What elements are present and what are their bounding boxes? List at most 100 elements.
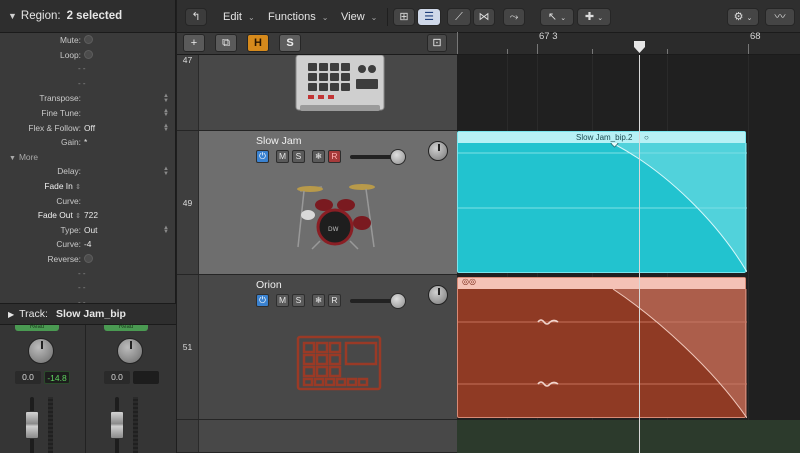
arrange-area[interactable]: Slow Jam_bip.2 ○ ◎◎ (457, 55, 800, 453)
track-header[interactable]: 49 Slow Jam ⏻ M S ❄ R DW (177, 131, 457, 275)
playhead-handle-icon[interactable] (634, 41, 645, 53)
more-section-toggle[interactable]: ▼More (0, 150, 175, 165)
ruler-tick (748, 44, 749, 54)
volume-slider-handle[interactable] (390, 149, 406, 165)
mute-checkbox[interactable] (84, 35, 93, 44)
track-name[interactable]: Orion (256, 279, 282, 291)
stepper-icon[interactable]: ▲▼ (163, 109, 169, 118)
track-name[interactable]: Slow Jam (256, 135, 302, 147)
mute-button[interactable]: M (276, 294, 289, 307)
peak-readout[interactable]: -14.8 (44, 371, 70, 384)
hide-button[interactable]: H (247, 34, 269, 52)
playhead-line[interactable] (639, 55, 640, 453)
track-inspector-header[interactable]: ▶ Track: Slow Jam_bip (0, 303, 176, 325)
track-number: 51 (177, 275, 199, 419)
pan-knob[interactable] (28, 338, 54, 364)
param-value[interactable]: Out (84, 223, 98, 238)
param-curve-out[interactable]: Curve: -4 (0, 237, 175, 252)
volume-readout[interactable]: 0.0 (15, 371, 41, 384)
param-value[interactable]: * (84, 135, 87, 150)
track-header[interactable] (177, 420, 457, 453)
automation-mode-button[interactable]: Read (15, 325, 59, 331)
param-fade-out[interactable]: Fade Out ⇕ 722 (0, 208, 175, 223)
add-track-button[interactable]: + (183, 34, 205, 52)
bar-number: 67 3 (539, 31, 558, 42)
audio-region-slow-jam[interactable]: Slow Jam_bip.2 ○ (457, 131, 746, 273)
param-gain[interactable]: Gain: * (0, 135, 175, 150)
automation-icon[interactable]: ⟋ (447, 8, 471, 26)
param-value[interactable]: -4 (84, 237, 91, 252)
param-label: Reverse: (47, 252, 81, 267)
stepper-icon[interactable]: ▲▼ (163, 226, 169, 235)
stepper-icon[interactable]: ▲▼ (163, 94, 169, 103)
track-header[interactable]: 51 Orion ⏻ M S ❄ R (177, 275, 457, 420)
loop-circle-icon[interactable]: ○ (644, 132, 649, 143)
volume-fader-handle[interactable] (110, 411, 124, 439)
solo-button[interactable]: S (292, 150, 305, 163)
freeze-icon[interactable]: ❄ (312, 150, 325, 163)
region-selection-count: 2 selected (67, 10, 123, 22)
param-value[interactable]: 722 (84, 208, 98, 223)
power-icon[interactable]: ⏻ (256, 150, 269, 163)
mute-button[interactable]: M (276, 150, 289, 163)
region-title-bar[interactable]: ◎◎ (458, 278, 745, 289)
param-delay[interactable]: Delay: ▲▼ (0, 164, 175, 179)
list-view-icon[interactable]: ☰ (417, 8, 441, 26)
solo-button[interactable]: S (292, 294, 305, 307)
stepper-icon[interactable]: ▲▼ (163, 124, 169, 133)
pointer-tool-icon[interactable]: ↖ ⌄ (540, 8, 574, 26)
param-flex-follow[interactable]: Flex & Follow: Off ▲▼ (0, 121, 175, 136)
param-mute[interactable]: Mute: (0, 33, 175, 48)
audio-region-orion[interactable]: ◎◎ (457, 277, 746, 418)
record-button[interactable]: R (328, 150, 341, 163)
chevron-down-icon: ⌄ (322, 13, 329, 22)
disclosure-triangle-icon[interactable]: ▼ (9, 155, 16, 162)
param-loop[interactable]: Loop: (0, 48, 175, 63)
timeline-ruler[interactable]: 67 3 68 (457, 33, 800, 55)
volume-readout[interactable]: 0.0 (104, 371, 130, 384)
record-button[interactable]: R (328, 294, 341, 307)
flex-icon[interactable]: ⋈ (473, 8, 495, 26)
param-placeholder: - - (0, 267, 175, 282)
pan-knob[interactable] (428, 285, 448, 305)
track-header[interactable]: 47 (177, 55, 457, 131)
collapse-icon[interactable]: ⊡ (427, 34, 447, 52)
edit-menu[interactable]: Edit⌄ (223, 8, 255, 26)
disclosure-triangle-icon[interactable]: ▶ (8, 310, 14, 319)
param-transpose[interactable]: Transpose: ▲▼ (0, 91, 175, 106)
region-title-bar[interactable]: Slow Jam_bip.2 ○ (458, 132, 745, 143)
param-fine-tune[interactable]: Fine Tune: ▲▼ (0, 106, 175, 121)
param-curve-in[interactable]: Curve: (0, 194, 175, 209)
power-icon[interactable]: ⏻ (256, 294, 269, 307)
param-label: Fine Tune: (41, 106, 81, 121)
param-reverse[interactable]: Reverse: (0, 252, 175, 267)
param-label: Gain: (61, 135, 81, 150)
peak-readout[interactable] (133, 371, 159, 384)
gear-icon[interactable]: ⚙ ⌄ (727, 8, 759, 26)
param-type[interactable]: Type: Out ▲▼ (0, 223, 175, 238)
stepper-icon[interactable]: ▲▼ (163, 167, 169, 176)
functions-menu[interactable]: Functions⌄ (268, 8, 328, 26)
freeze-icon[interactable]: ❄ (312, 294, 325, 307)
waveform-zoom-icon[interactable]: 〰 (765, 8, 795, 26)
automation-mode-button[interactable]: Read (104, 325, 148, 331)
pan-knob[interactable] (117, 338, 143, 364)
view-menu[interactable]: View⌄ (341, 8, 377, 26)
pan-knob[interactable] (428, 141, 448, 161)
volume-fader-handle[interactable] (25, 411, 39, 439)
param-fade-in[interactable]: Fade In ⇕ (0, 179, 175, 194)
pencil-tool-icon[interactable]: ✚ ⌄ (577, 8, 611, 26)
back-arrow-icon[interactable]: ↰ (185, 8, 207, 26)
region-inspector-header[interactable]: ▼ Region: 2 selected (0, 0, 175, 33)
duplicate-track-icon[interactable]: ⧉ (215, 34, 237, 52)
link-icon[interactable]: ◎◎ (462, 277, 476, 286)
disclosure-triangle-icon[interactable]: ▼ (8, 11, 17, 21)
param-value[interactable]: Off (84, 121, 95, 136)
catch-icon[interactable]: ⤳ (503, 8, 525, 26)
fade-out-curve[interactable] (458, 143, 747, 272)
loop-checkbox[interactable] (84, 50, 93, 59)
volume-slider-handle[interactable] (390, 293, 406, 309)
solo-global-button[interactable]: S (279, 34, 301, 52)
grid-view-icon[interactable]: ⊞ (393, 8, 415, 26)
reverse-checkbox[interactable] (84, 254, 93, 263)
